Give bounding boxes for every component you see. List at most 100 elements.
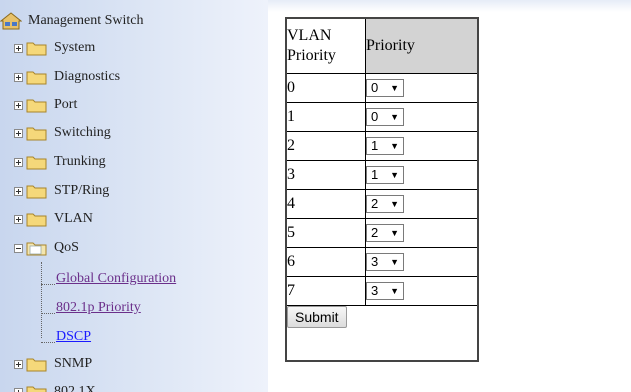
- qos-submenu-item[interactable]: 802.1p Priority: [41, 297, 141, 319]
- folder-icon: [26, 185, 47, 199]
- tree-node-label: 802.1X: [54, 384, 96, 392]
- vlan-priority-header: VLAN Priority: [285, 17, 366, 74]
- dropdown-arrow-icon: ▼: [390, 285, 399, 296]
- table-row: 3 1 ▼: [285, 160, 479, 190]
- network-switch-icon: [0, 12, 22, 30]
- folder-icon: [26, 213, 47, 227]
- folder-icon: [26, 156, 47, 170]
- priority-select-value: 0: [371, 109, 379, 125]
- folder-icon: [26, 386, 47, 392]
- folder-icon: [26, 99, 47, 113]
- priority-cell: 2 ▼: [365, 189, 479, 219]
- dropdown-arrow-icon: ▼: [390, 111, 399, 122]
- folder-icon: [26, 42, 47, 56]
- dropdown-arrow-icon: ▼: [390, 140, 399, 151]
- dropdown-arrow-icon: ▼: [390, 227, 399, 238]
- table-row: 0 0 ▼: [285, 73, 479, 103]
- navigation-tree: Management Switch System Diagnostics Port S…: [0, 0, 268, 392]
- priority-cell: 0 ▼: [365, 102, 479, 132]
- tree-node-label: SNMP: [54, 356, 93, 371]
- table-row: 5 2 ▼: [285, 218, 479, 248]
- priority-select-value: 1: [371, 167, 379, 183]
- dropdown-arrow-icon: ▼: [390, 256, 399, 267]
- priority-select-value: 1: [371, 138, 379, 154]
- open-folder-icon: [26, 242, 47, 256]
- tree-node[interactable]: Switching: [14, 122, 111, 144]
- expand-icon[interactable]: [14, 72, 23, 82]
- priority-select[interactable]: 0 ▼: [366, 78, 404, 97]
- priority-select-value: 3: [371, 254, 379, 270]
- tree-node[interactable]: Trunking: [14, 151, 106, 173]
- tree-root-label: Management Switch: [28, 13, 144, 28]
- dropdown-arrow-icon: ▼: [390, 198, 399, 209]
- vlan-priority-cell: 3: [285, 160, 366, 190]
- priority-header: Priority: [365, 17, 479, 74]
- expand-icon[interactable]: [14, 128, 23, 138]
- priority-select[interactable]: 1 ▼: [366, 136, 404, 155]
- qos-submenu-link[interactable]: 802.1p Priority: [56, 300, 141, 316]
- priority-select[interactable]: 1 ▼: [366, 165, 404, 184]
- priority-select-value: 2: [371, 196, 379, 212]
- table-footer: Submit: [285, 305, 479, 362]
- expand-icon[interactable]: [14, 43, 23, 53]
- tree-root[interactable]: Management Switch: [0, 10, 143, 32]
- tree-node[interactable]: Port: [14, 94, 77, 116]
- vlan-priority-cell: 6: [285, 247, 366, 277]
- priority-cell: 3 ▼: [365, 247, 479, 277]
- priority-select[interactable]: 2 ▼: [366, 194, 404, 213]
- priority-select-value: 3: [371, 283, 379, 299]
- tree-node[interactable]: QoS: [14, 237, 79, 259]
- priority-cell: 3 ▼: [365, 276, 479, 306]
- tree-node[interactable]: VLAN: [14, 208, 93, 230]
- folder-icon: [26, 358, 47, 372]
- expand-icon[interactable]: [14, 186, 23, 196]
- tree-node-label: System: [54, 40, 96, 55]
- submit-button[interactable]: Submit: [287, 306, 347, 328]
- table-row: 4 2 ▼: [285, 189, 479, 219]
- priority-select[interactable]: 3 ▼: [366, 252, 404, 271]
- tree-node-label: STP/Ring: [54, 183, 110, 198]
- tree-node-label: Diagnostics: [54, 69, 121, 84]
- expand-icon[interactable]: [14, 100, 23, 110]
- priority-cell: 0 ▼: [365, 73, 479, 103]
- priority-select-value: 2: [371, 225, 379, 241]
- tree-node[interactable]: System: [14, 37, 95, 59]
- tree-node[interactable]: Diagnostics: [14, 66, 120, 88]
- expand-icon[interactable]: [14, 359, 23, 369]
- qos-submenu-link[interactable]: DSCP: [56, 329, 91, 345]
- qos-submenu-item[interactable]: Global Configuration: [41, 268, 176, 290]
- table-row: 1 0 ▼: [285, 102, 479, 132]
- expand-icon[interactable]: [14, 387, 23, 392]
- priority-select[interactable]: 0 ▼: [366, 107, 404, 126]
- tree-branch-line: [41, 303, 55, 314]
- top-band: [268, 0, 631, 12]
- priority-cell: 2 ▼: [365, 218, 479, 248]
- tree-node-label: Switching: [54, 125, 111, 140]
- tree-branch-line: [41, 274, 55, 285]
- tree-node-label: VLAN: [54, 211, 93, 226]
- tree-branch-line: [41, 332, 55, 343]
- tree-node-label: Trunking: [54, 154, 106, 169]
- priority-select[interactable]: 2 ▼: [366, 223, 404, 242]
- main-content: VLAN Priority Priority 0 0 ▼ 1 0 ▼ 2 1 ▼ 3 1 ▼ 4 2 ▼ 5 2 ▼…: [268, 0, 631, 392]
- folder-icon: [26, 71, 47, 85]
- expand-icon[interactable]: [14, 214, 23, 224]
- dropdown-arrow-icon: ▼: [390, 82, 399, 93]
- priority-cell: 1 ▼: [365, 131, 479, 161]
- tree-node[interactable]: STP/Ring: [14, 180, 109, 202]
- folder-icon: [26, 127, 47, 141]
- tree-node[interactable]: 802.1X: [14, 381, 96, 392]
- table-row: 2 1 ▼: [285, 131, 479, 161]
- vlan-priority-cell: 7: [285, 276, 366, 306]
- tree-node[interactable]: SNMP: [14, 353, 92, 375]
- expand-icon[interactable]: [14, 157, 23, 167]
- qos-submenu-item[interactable]: DSCP: [41, 326, 91, 348]
- vlan-priority-cell: 4: [285, 189, 366, 219]
- priority-select[interactable]: 3 ▼: [366, 281, 404, 300]
- vlan-priority-cell: 5: [285, 218, 366, 248]
- tree-node-label: Port: [54, 97, 78, 112]
- qos-submenu-link[interactable]: Global Configuration: [56, 271, 176, 287]
- table-row: 7 3 ▼: [285, 276, 479, 306]
- collapse-icon[interactable]: [14, 243, 23, 253]
- vlan-priority-cell: 2: [285, 131, 366, 161]
